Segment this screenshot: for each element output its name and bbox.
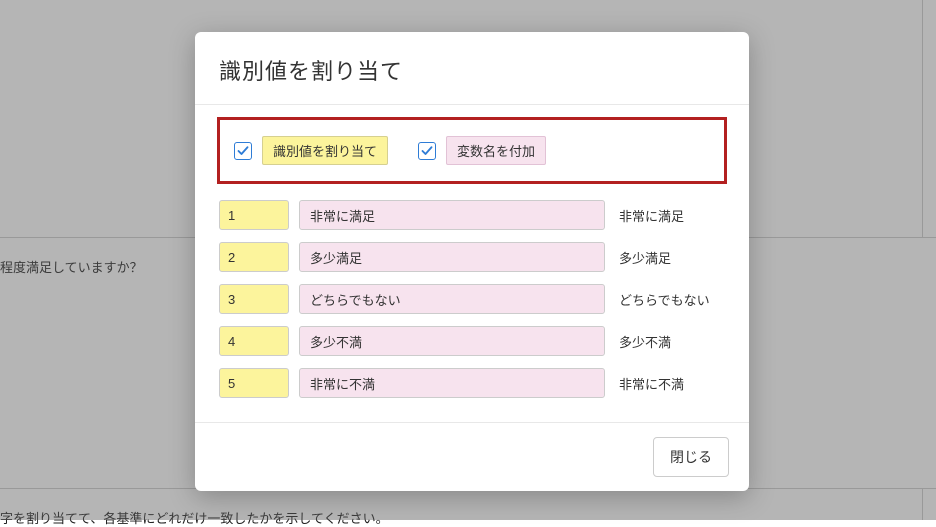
check-icon	[421, 145, 433, 157]
assign-id-modal: 識別値を割り当て 識別値を割り当て 変数名を付加	[195, 32, 749, 491]
option-row: 非常に満足	[219, 200, 725, 230]
id-input[interactable]	[219, 284, 289, 314]
add-var-checkbox[interactable]	[418, 142, 436, 160]
add-var-option[interactable]: 変数名を付加	[418, 136, 546, 165]
orig-label: 多少満足	[615, 248, 725, 267]
option-row: 多少満足	[219, 242, 725, 272]
modal-title: 識別値を割り当て	[219, 54, 725, 86]
id-input[interactable]	[219, 242, 289, 272]
id-input[interactable]	[219, 368, 289, 398]
orig-label: 非常に不満	[615, 374, 725, 393]
modal-header: 識別値を割り当て	[195, 32, 749, 105]
option-row: どちらでもない	[219, 284, 725, 314]
option-row: 多少不満	[219, 326, 725, 356]
orig-label: 多少不満	[615, 332, 725, 351]
id-input[interactable]	[219, 200, 289, 230]
assign-id-option[interactable]: 識別値を割り当て	[234, 136, 388, 165]
var-input[interactable]	[299, 200, 605, 230]
orig-label: どちらでもない	[615, 290, 725, 309]
modal-body: 識別値を割り当て 変数名を付加 非常に満足 多少満足	[195, 105, 749, 422]
var-input[interactable]	[299, 326, 605, 356]
var-input[interactable]	[299, 284, 605, 314]
option-row: 非常に不満	[219, 368, 725, 398]
modal-footer: 閉じる	[195, 422, 749, 491]
assign-id-chip: 識別値を割り当て	[262, 136, 388, 165]
check-icon	[237, 145, 249, 157]
var-input[interactable]	[299, 242, 605, 272]
assign-id-checkbox[interactable]	[234, 142, 252, 160]
var-input[interactable]	[299, 368, 605, 398]
highlighted-options-box: 識別値を割り当て 変数名を付加	[217, 117, 727, 184]
close-button[interactable]: 閉じる	[653, 437, 729, 477]
add-var-chip: 変数名を付加	[446, 136, 546, 165]
orig-label: 非常に満足	[615, 206, 725, 225]
id-input[interactable]	[219, 326, 289, 356]
